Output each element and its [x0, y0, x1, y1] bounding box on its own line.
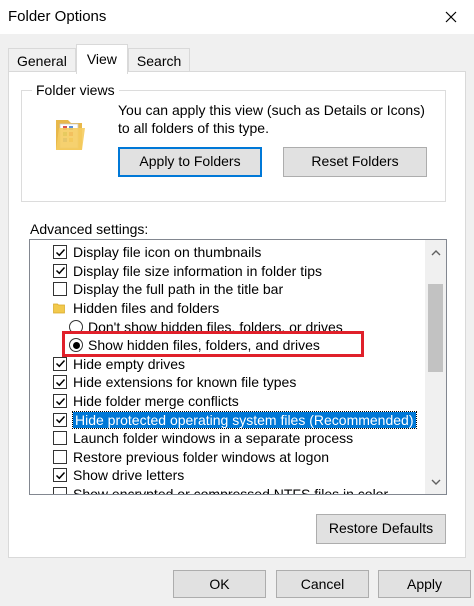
apply-button[interactable]: Apply — [378, 570, 471, 598]
advanced-settings-item-label: Hide extensions for known file types — [73, 374, 297, 391]
tab-view[interactable]: View — [75, 44, 128, 74]
advanced-settings-label: Advanced settings: — [30, 221, 149, 237]
checkbox-checked[interactable] — [53, 245, 67, 260]
close-icon — [445, 11, 457, 23]
checkmark-icon — [55, 471, 65, 480]
checkbox-unchecked[interactable] — [53, 282, 67, 297]
advanced-settings-item[interactable]: Display file icon on thumbnails — [53, 243, 261, 262]
advanced-settings-item-label: Hide empty drives — [73, 355, 186, 372]
advanced-settings-item-label: Display file icon on thumbnails — [73, 244, 262, 261]
checkbox-checked[interactable] — [53, 263, 67, 278]
checkbox-checked[interactable] — [53, 412, 67, 427]
advanced-settings-item-label: Hidden files and folders — [73, 300, 220, 317]
advanced-settings-item-label: Show drive letters — [73, 467, 185, 484]
advanced-settings-item-label: Show encrypted or compressed NTFS files … — [73, 486, 389, 495]
checkmark-icon — [55, 248, 65, 257]
advanced-settings-item-label: Hide folder merge conflicts — [73, 393, 239, 410]
cancel-button[interactable]: Cancel — [276, 570, 369, 598]
advanced-settings-scrollbar[interactable] — [425, 240, 446, 494]
annotation-highlight — [62, 331, 364, 357]
title-bar: Folder Options — [0, 0, 474, 34]
checkbox-checked[interactable] — [53, 375, 67, 390]
advanced-settings-item-label: Display the full path in the title bar — [73, 281, 284, 298]
advanced-settings-item[interactable]: Hide extensions for known file types — [53, 373, 296, 392]
advanced-settings-item[interactable]: Display file size information in folder … — [53, 262, 322, 281]
advanced-settings-list[interactable]: Display file icon on thumbnails Display f… — [29, 239, 447, 495]
advanced-settings-item[interactable]: Launch folder windows in a separate proc… — [53, 429, 353, 448]
scroll-down-button[interactable] — [425, 471, 446, 492]
scroll-thumb[interactable] — [428, 284, 443, 372]
checkmark-icon — [55, 416, 65, 424]
checkmark-icon — [55, 267, 65, 275]
advanced-settings-item-label: Display file size information in folder … — [73, 262, 322, 279]
window-title: Folder Options — [8, 8, 107, 25]
folder-views-description: You can apply this view (such as Details… — [118, 102, 425, 136]
advanced-settings-item-label: Launch folder windows in a separate proc… — [73, 430, 354, 447]
folder-options-window: Folder Options General View Search Folde… — [0, 0, 474, 606]
advanced-settings-item: Hidden files and folders — [53, 299, 219, 318]
restore-defaults-button[interactable]: Restore Defaults — [316, 514, 446, 544]
chevron-up-icon — [431, 249, 440, 255]
checkmark-icon — [55, 360, 65, 368]
checkbox-unchecked[interactable] — [53, 431, 67, 446]
scroll-up-button[interactable] — [425, 242, 446, 263]
advanced-settings-item-label: Hide protected operating system files (R… — [72, 410, 417, 429]
advanced-settings-item[interactable]: Hide empty drives — [53, 355, 185, 374]
reset-folders-button[interactable]: Reset Folders — [283, 147, 427, 177]
advanced-settings-item-label: Restore previous folder windows at logon — [73, 448, 330, 465]
checkbox-checked[interactable] — [53, 394, 67, 409]
checkmark-icon — [55, 397, 65, 405]
advanced-settings-item[interactable]: Hide protected operating system files (R… — [53, 410, 417, 429]
folder-icon — [53, 302, 65, 314]
chevron-down-icon — [431, 479, 440, 485]
checkbox-unchecked[interactable] — [53, 487, 67, 494]
advanced-settings-item[interactable]: Display the full path in the title bar — [53, 280, 283, 299]
apply-to-folders-button[interactable]: Apply to Folders — [118, 147, 262, 177]
advanced-settings-item[interactable]: Show encrypted or compressed NTFS files … — [53, 485, 389, 495]
checkbox-checked[interactable] — [53, 356, 67, 371]
folder-views-icon — [56, 120, 85, 150]
folder-views-legend: Folder views — [32, 82, 119, 98]
checkbox-checked[interactable] — [53, 468, 67, 483]
ok-button[interactable]: OK — [173, 570, 266, 598]
advanced-settings-item[interactable]: Hide folder merge conflicts — [53, 392, 239, 411]
advanced-settings-item[interactable]: Restore previous folder windows at logon — [53, 448, 329, 467]
tab-strip: General View Search — [8, 44, 191, 74]
advanced-settings-item[interactable]: Show drive letters — [53, 466, 184, 485]
close-button[interactable] — [428, 0, 474, 34]
checkbox-unchecked[interactable] — [53, 449, 67, 464]
checkmark-icon — [55, 378, 65, 387]
